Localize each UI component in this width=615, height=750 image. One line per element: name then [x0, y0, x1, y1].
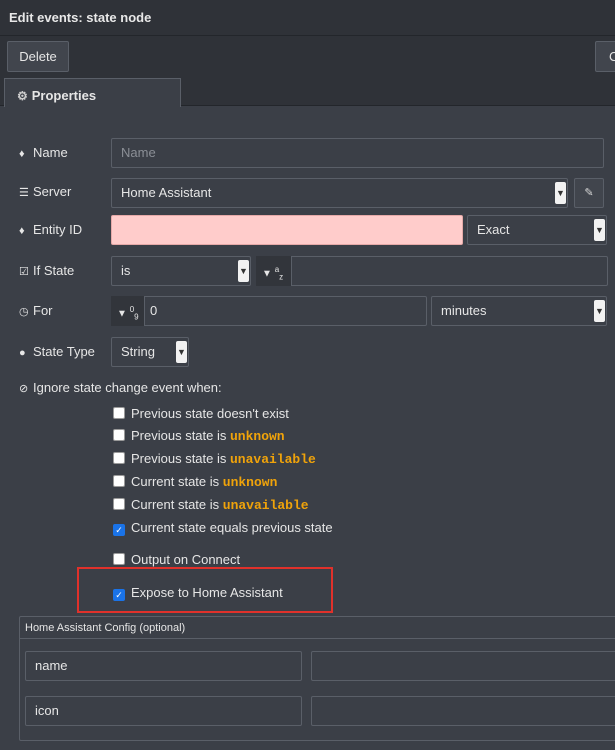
server-label: ☰ Server — [19, 184, 72, 199]
type-selector[interactable]: ▼ az — [256, 256, 292, 286]
state-type-label: ● State Type — [19, 344, 95, 359]
chevron-down-icon[interactable]: ▼ — [594, 219, 605, 241]
if-state-value-input[interactable] — [256, 256, 608, 286]
checkbox-icon: ☑ — [19, 266, 29, 278]
ignore-option[interactable]: Current state is unavailable — [113, 497, 309, 513]
entity-id-label: ♦ Entity ID — [19, 222, 83, 237]
type-selector[interactable]: ▼ 09 — [111, 296, 145, 326]
tab-properties-label: Properties — [31, 88, 97, 103]
chevron-down-icon[interactable]: ▼ — [176, 341, 187, 363]
for-value-input[interactable]: 0 — [111, 296, 427, 326]
chevron-down-icon[interactable]: ▼ — [594, 300, 605, 322]
chevron-down-icon[interactable]: ▼ — [555, 182, 566, 204]
dialog-titlebar: Edit events: state node — [0, 0, 615, 36]
entity-match-select[interactable]: Exact — [467, 215, 607, 245]
ignore-option[interactable]: Previous state is unavailable — [113, 451, 316, 467]
checkbox[interactable] — [113, 553, 125, 565]
delete-button[interactable]: Delete — [7, 41, 69, 72]
checkbox[interactable] — [113, 475, 125, 487]
gear-icon: ⚙ — [17, 89, 28, 103]
ha-config-key-name[interactable]: name — [25, 651, 302, 681]
ignore-option[interactable]: Previous state doesn't exist — [113, 406, 289, 421]
tag-icon: ♦ — [19, 148, 25, 160]
checkbox[interactable] — [113, 498, 125, 510]
checkbox[interactable] — [113, 429, 125, 441]
for-unit-select[interactable]: minutes — [431, 296, 607, 326]
if-state-label: ☑ If State — [19, 263, 75, 278]
ignore-heading: ⊘ Ignore state change event when: — [19, 380, 222, 395]
edit-server-button[interactable]: ✎ — [574, 178, 604, 208]
tab-properties[interactable]: ⚙ Properties — [4, 78, 181, 107]
ignore-option[interactable]: ✓ Current state equals previous state — [113, 520, 333, 536]
clock-icon: ◷ — [19, 306, 29, 318]
caret-down-icon: ▼ — [117, 308, 127, 320]
for-label: ◷ For — [19, 303, 53, 318]
expose-option[interactable]: ✓ Expose to Home Assistant — [113, 585, 283, 601]
cancel-button[interactable]: C — [595, 41, 615, 72]
checkbox[interactable] — [113, 407, 125, 419]
ha-config-title: Home Assistant Config (optional) — [20, 617, 615, 639]
ha-config-value-name[interactable] — [311, 651, 615, 681]
server-icon: ☰ — [19, 187, 29, 199]
pencil-icon: ✎ — [584, 187, 594, 199]
dialog-toolbar: Delete C — [0, 36, 615, 76]
ignore-option[interactable]: Previous state is unknown — [113, 428, 285, 444]
checkbox-checked[interactable]: ✓ — [113, 589, 125, 601]
ha-config-key-icon[interactable]: icon — [25, 696, 302, 726]
output-on-connect-option[interactable]: Output on Connect — [113, 552, 240, 567]
chevron-down-icon[interactable]: ▼ — [238, 260, 249, 282]
name-input[interactable]: Name — [111, 138, 604, 168]
ha-config-value-icon[interactable] — [311, 696, 615, 726]
checkbox-checked[interactable]: ✓ — [113, 524, 125, 536]
server-select[interactable]: Home Assistant — [111, 178, 568, 208]
dialog-title: Edit events: state node — [9, 10, 152, 25]
tag-icon: ♦ — [19, 225, 25, 237]
caret-down-icon: ▼ — [262, 268, 272, 280]
droplet-icon: ● — [19, 347, 26, 359]
ban-icon: ⊘ — [19, 383, 29, 395]
ignore-option[interactable]: Current state is unknown — [113, 474, 277, 490]
if-state-operator-select[interactable]: is — [111, 256, 251, 286]
name-label: ♦ Name — [19, 145, 68, 160]
checkbox[interactable] — [113, 452, 125, 464]
tab-bar: ⚙ Properties — [0, 76, 615, 107]
entity-id-input[interactable] — [111, 215, 463, 245]
